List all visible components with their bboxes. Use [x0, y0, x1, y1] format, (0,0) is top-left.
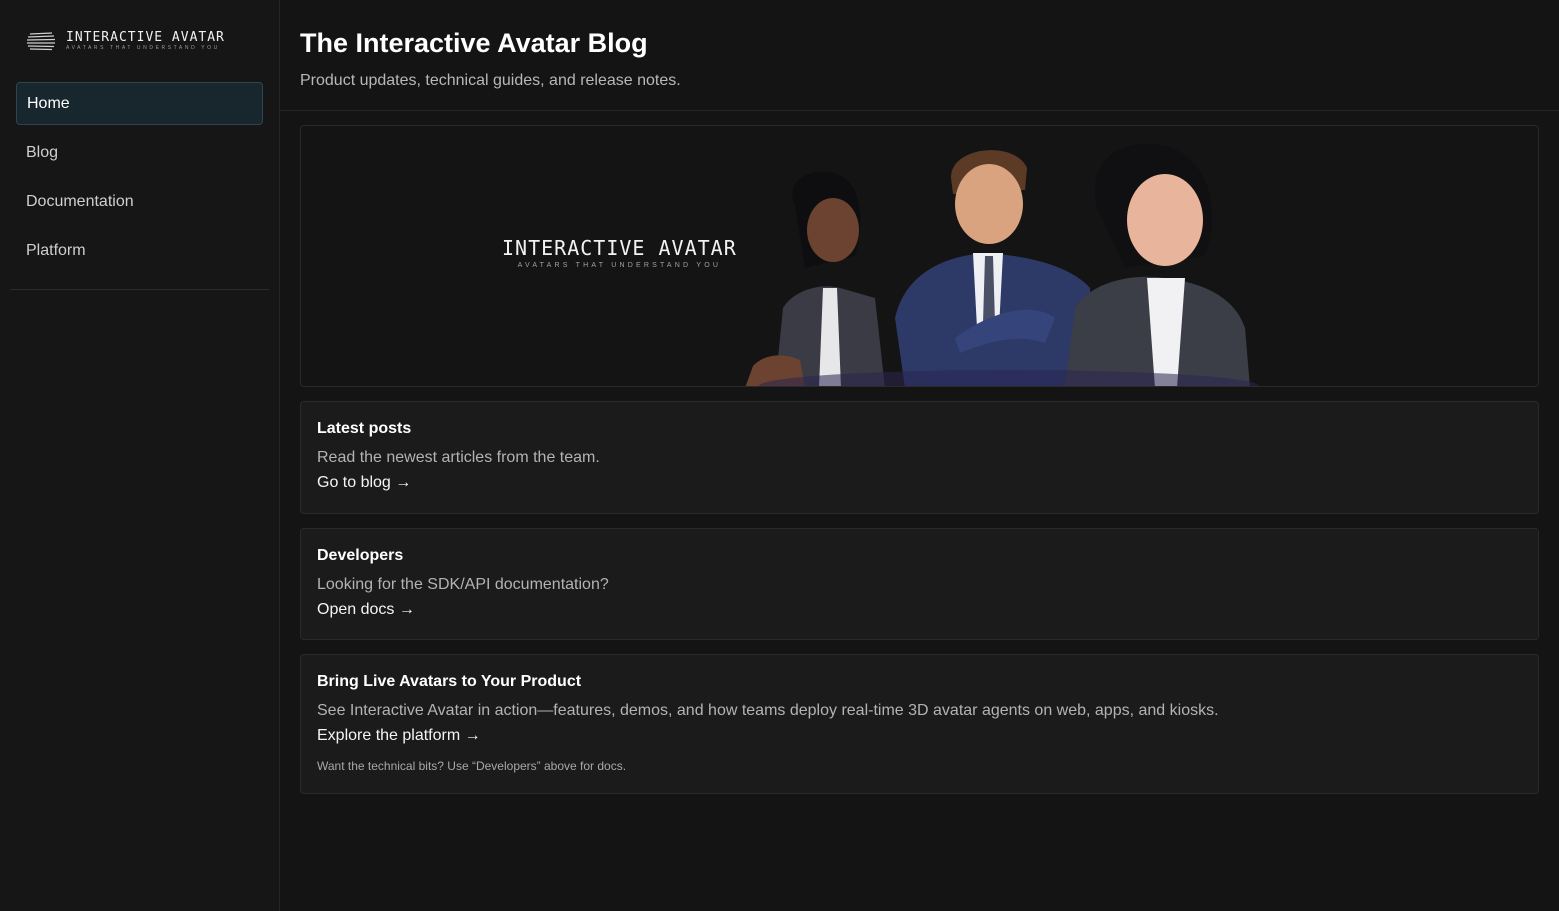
- developers-text: Looking for the SDK/API documentation?: [317, 576, 609, 593]
- sidebar-item-home[interactable]: Home: [16, 82, 263, 125]
- hero-logo-tagline: AVATARS THAT UNDERSTAND YOU: [517, 262, 722, 269]
- avatar-figure-middle: [895, 150, 1097, 386]
- brand-logo[interactable]: INTERACTIVE AVATAR AVATARS THAT UNDERSTA…: [10, 0, 269, 82]
- open-docs-link[interactable]: Open docs →: [317, 601, 415, 619]
- avatar-figure-left: [745, 171, 885, 386]
- page-subtitle: Product updates, technical guides, and r…: [300, 72, 681, 89]
- latest-posts-text: Read the newest articles from the team.: [317, 449, 600, 466]
- main-content: The Interactive Avatar Blog Product upda…: [280, 0, 1559, 911]
- sidebar: INTERACTIVE AVATAR AVATARS THAT UNDERSTA…: [0, 0, 280, 911]
- sidebar-divider: [10, 289, 269, 290]
- sidebar-item-blog[interactable]: Blog: [16, 131, 263, 174]
- content-area: INTERACTIVE AVATAR AVATARS THAT UNDERSTA…: [280, 111, 1559, 794]
- page-header: The Interactive Avatar Blog Product upda…: [280, 0, 1559, 111]
- sidebar-item-documentation[interactable]: Documentation: [16, 180, 263, 223]
- platform-title: Bring Live Avatars to Your Product: [317, 673, 582, 690]
- platform-note: Want the technical bits? Use “Developers…: [317, 759, 627, 773]
- latest-posts-card: Latest posts Read the newest articles fr…: [300, 401, 1539, 514]
- sidebar-item-platform[interactable]: Platform: [16, 229, 263, 272]
- explore-platform-link[interactable]: Explore the platform →: [317, 727, 481, 745]
- platform-text: See Interactive Avatar in action—feature…: [317, 702, 1219, 719]
- avatar-figure-right: [1065, 143, 1250, 386]
- hero-banner: INTERACTIVE AVATAR AVATARS THAT UNDERSTA…: [300, 125, 1539, 387]
- app-root: INTERACTIVE AVATAR AVATARS THAT UNDERSTA…: [0, 0, 1559, 911]
- brand-logo-icon: [26, 32, 56, 51]
- hero-logo-title: INTERACTIVE AVATAR: [502, 236, 737, 260]
- page-title: The Interactive Avatar Blog: [300, 28, 648, 58]
- developers-title: Developers: [317, 547, 404, 564]
- brand-tagline: AVATARS THAT UNDERSTAND YOU: [66, 45, 220, 51]
- latest-posts-title: Latest posts: [317, 420, 412, 437]
- brand-title: INTERACTIVE AVATAR: [66, 30, 225, 45]
- brand-text: INTERACTIVE AVATAR AVATARS THAT UNDERSTA…: [66, 31, 225, 51]
- developers-card: Developers Looking for the SDK/API docum…: [300, 528, 1539, 640]
- go-to-blog-link[interactable]: Go to blog →: [317, 474, 411, 492]
- hero-avatars-illustration: [745, 143, 1259, 386]
- sidebar-nav: Home Blog Documentation Platform: [10, 82, 269, 272]
- hero-logo: INTERACTIVE AVATAR AVATARS THAT UNDERSTA…: [502, 236, 737, 269]
- platform-card: Bring Live Avatars to Your Product See I…: [300, 654, 1539, 794]
